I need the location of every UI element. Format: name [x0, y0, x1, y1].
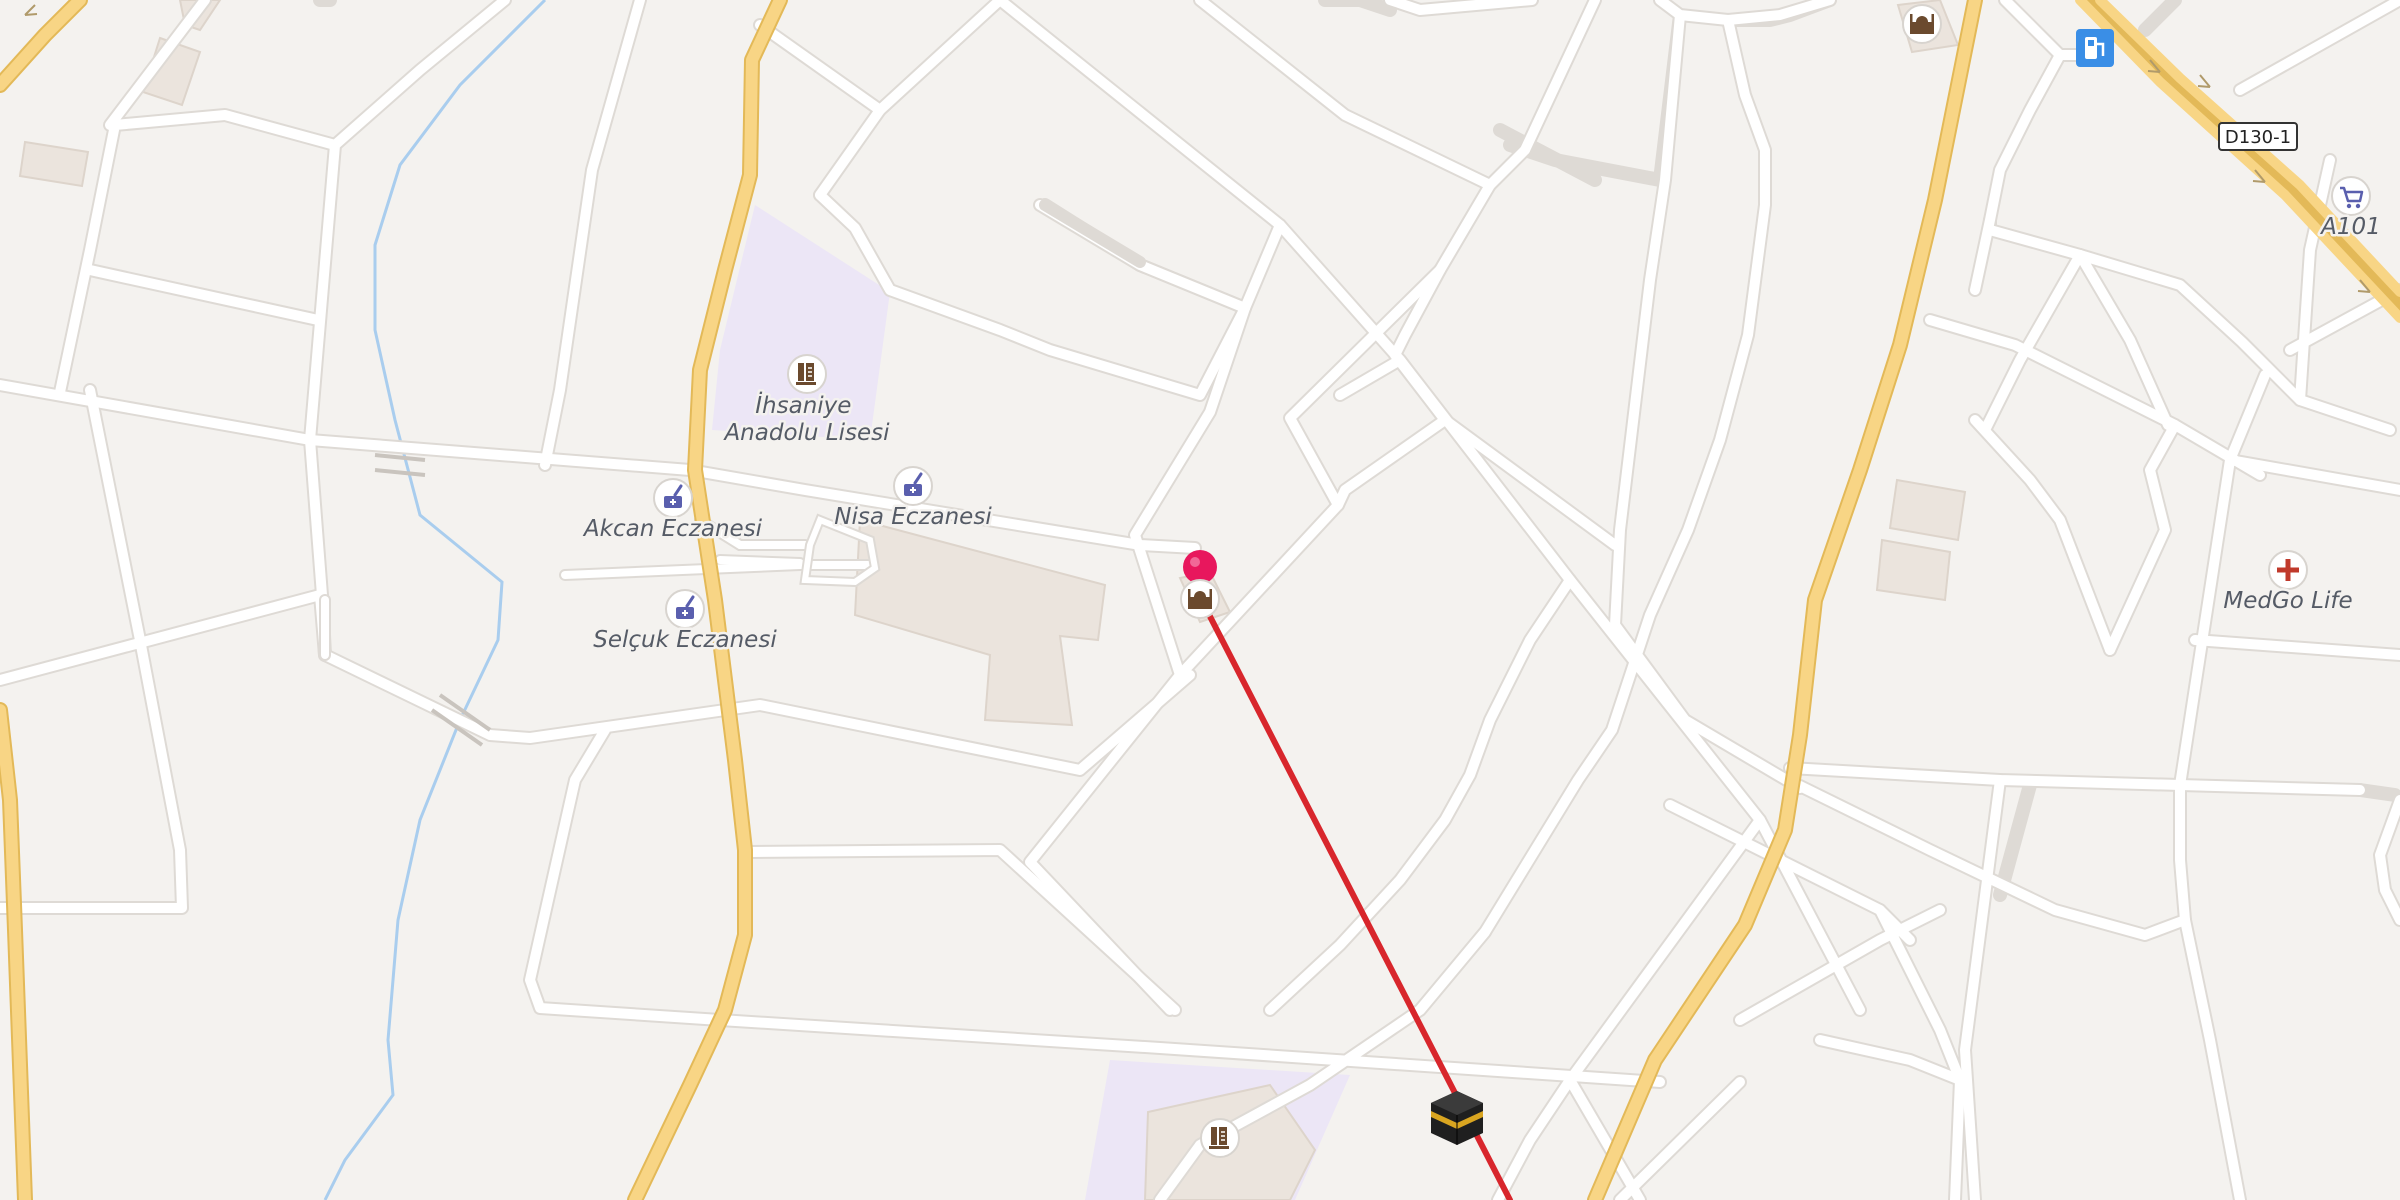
map-canvas[interactable]: D130-1 İhsaniye Anadolu Lisesi Nisa Ecza… [0, 0, 2400, 1200]
school-icon-south[interactable] [1200, 1118, 1240, 1158]
mosque-icon[interactable] [1902, 4, 1942, 44]
pharmacy-icon[interactable] [653, 478, 693, 518]
school-icon[interactable] [787, 354, 827, 394]
pharmacy-icon[interactable] [893, 466, 933, 506]
medical-cross-icon[interactable] [2268, 550, 2308, 590]
pharmacy-icon[interactable] [665, 589, 705, 629]
poi-label-medgo-life: MedGo Life [2223, 588, 2352, 614]
mosque-icon[interactable] [1180, 579, 1220, 619]
poi-label-ihsaniye-line1: İhsaniye [755, 391, 851, 419]
poi-label-a101: A101 [2319, 214, 2381, 240]
poi-label-akcan-eczanesi: Akcan Eczanesi [582, 516, 763, 542]
poi-label-ihsaniye-line2: Anadolu Lisesi [722, 420, 890, 446]
shopping-cart-icon[interactable] [2331, 176, 2371, 216]
poi-label-selcuk-eczanesi: Selçuk Eczanesi [593, 627, 777, 653]
fuel-station-icon[interactable] [2076, 29, 2114, 67]
poi-label-nisa-eczanesi: Nisa Eczanesi [834, 504, 992, 530]
road-ref-label: D130-1 [2225, 127, 2291, 148]
road-ref-shield: D130-1 [2218, 122, 2298, 151]
